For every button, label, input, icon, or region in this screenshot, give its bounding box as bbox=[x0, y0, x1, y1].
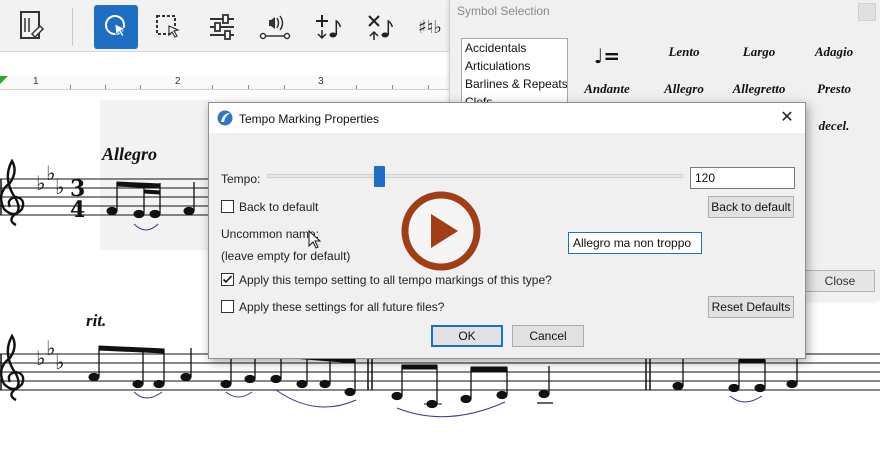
symbol-panel-close-button[interactable]: Close bbox=[805, 270, 875, 292]
ruler: 1 2 3 bbox=[0, 76, 460, 90]
ruler-mark: 2 bbox=[175, 76, 181, 87]
close-icon[interactable]: ✕ bbox=[777, 108, 797, 128]
back-to-default-button[interactable]: Back to default bbox=[708, 196, 794, 218]
play-icon[interactable] bbox=[400, 190, 482, 272]
category-item[interactable]: Accidentals bbox=[462, 39, 567, 57]
app-window: ♯♮♭ 1 2 3 ♭ ♭ ♭ ♭ ♭ ♭ 3 4 Allegro rit. S… bbox=[0, 0, 880, 460]
metronome-symbol[interactable]: ♩= bbox=[571, 44, 643, 68]
accidentals-icon[interactable]: ♯♮♭ bbox=[410, 5, 450, 49]
svg-text:♭: ♭ bbox=[55, 350, 64, 374]
apply-all-label: Apply this tempo setting to all tempo ma… bbox=[239, 273, 552, 287]
apply-future-label: Apply these settings for all future file… bbox=[239, 300, 445, 314]
symbol-cell[interactable]: Presto bbox=[798, 81, 870, 97]
apply-future-checkbox[interactable] bbox=[221, 300, 234, 313]
ruler-tick bbox=[105, 85, 106, 89]
tempo-slider-thumb[interactable] bbox=[373, 166, 385, 187]
selection-tool-icon[interactable] bbox=[94, 5, 138, 49]
uncommon-name-label: Uncommon name: bbox=[221, 227, 320, 241]
sound-line-icon[interactable] bbox=[253, 5, 297, 49]
uncommon-name-input[interactable]: Allegro ma non troppo bbox=[568, 232, 702, 254]
ruler-tick bbox=[428, 85, 429, 89]
symbol-cell[interactable]: Largo bbox=[723, 44, 795, 60]
back-to-default-check-label: Back to default bbox=[239, 200, 319, 214]
uncommon-name-hint: (leave empty for default) bbox=[221, 249, 351, 263]
score-setup-icon[interactable] bbox=[8, 5, 52, 49]
ruler-start-marker-icon bbox=[0, 76, 8, 84]
ruler-mark: 1 bbox=[33, 76, 39, 87]
mixer-sliders-icon[interactable] bbox=[200, 5, 244, 49]
panel-title: Symbol Selection bbox=[457, 4, 550, 18]
cancel-button[interactable]: Cancel bbox=[512, 325, 584, 347]
toolbar-separator bbox=[72, 8, 73, 46]
tempo-label: Tempo: bbox=[221, 172, 261, 186]
symbol-cell[interactable]: Allegro bbox=[648, 81, 720, 97]
panel-close-icon[interactable] bbox=[858, 3, 876, 21]
ruler-tick bbox=[140, 85, 141, 89]
tempo-value-field[interactable]: 120 bbox=[690, 167, 795, 189]
symbol-cell[interactable]: Lento bbox=[648, 44, 720, 60]
time-signature-bottom: 4 bbox=[70, 197, 85, 223]
symbol-category-list[interactable]: Accidentals Articulations Barlines & Rep… bbox=[461, 38, 568, 108]
app-logo-icon bbox=[217, 110, 233, 126]
ruler-tick bbox=[392, 85, 393, 89]
rit-marking-text[interactable]: rit. bbox=[86, 311, 106, 331]
symbol-cell[interactable]: Andante bbox=[571, 81, 643, 97]
dialog-title: Tempo Marking Properties bbox=[239, 112, 380, 126]
ruler-tick bbox=[70, 85, 71, 89]
dialog-titlebar: Tempo Marking Properties ✕ bbox=[209, 103, 805, 133]
reset-defaults-button[interactable]: Reset Defaults bbox=[708, 296, 794, 318]
tempo-marking-text[interactable]: Allegro bbox=[102, 144, 157, 165]
add-note-icon[interactable] bbox=[306, 5, 350, 49]
mouse-cursor-icon bbox=[308, 230, 322, 249]
marquee-select-icon[interactable] bbox=[146, 5, 190, 49]
apply-all-checkbox[interactable] bbox=[221, 273, 234, 286]
ruler-mark: 3 bbox=[318, 76, 324, 87]
svg-text:♭: ♭ bbox=[36, 171, 45, 195]
ruler-tick bbox=[212, 85, 213, 89]
symbol-cell[interactable]: Allegretto bbox=[723, 81, 795, 97]
ruler-tick bbox=[248, 85, 249, 89]
back-to-default-checkbox[interactable] bbox=[221, 200, 234, 213]
symbol-cell[interactable]: decel. bbox=[798, 118, 870, 134]
svg-text:♭: ♭ bbox=[36, 346, 45, 370]
category-item[interactable]: Articulations bbox=[462, 57, 567, 75]
ok-button[interactable]: OK bbox=[431, 325, 503, 347]
ruler-tick bbox=[356, 85, 357, 89]
checkmark-icon bbox=[222, 275, 233, 284]
ruler-tick bbox=[284, 85, 285, 89]
tempo-marking-dialog: Tempo Marking Properties ✕ Tempo: 120 Ba… bbox=[208, 102, 806, 359]
category-item[interactable]: Barlines & Repeats bbox=[462, 75, 567, 93]
symbol-cell[interactable]: Adagio bbox=[798, 44, 870, 60]
svg-text:♭: ♭ bbox=[55, 175, 64, 199]
tempo-slider-track[interactable] bbox=[267, 174, 683, 178]
delete-note-icon[interactable] bbox=[358, 5, 402, 49]
